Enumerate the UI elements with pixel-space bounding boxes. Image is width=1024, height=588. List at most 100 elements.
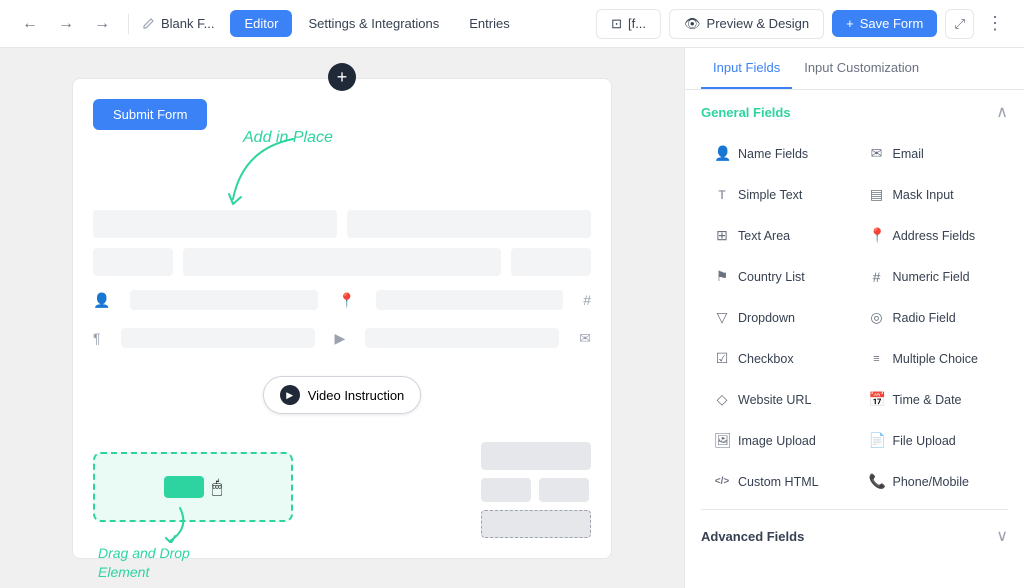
skeleton-row-2: [93, 248, 591, 276]
form-preview: + Submit Form Add in Place: [72, 78, 612, 559]
form-title[interactable]: Blank F...: [141, 16, 214, 31]
drag-drop-area[interactable]: 🖱: [93, 452, 293, 522]
mask-input-icon: ▤: [869, 186, 885, 203]
forward-button[interactable]: →: [52, 11, 80, 37]
canvas-bottom-row: 🖱 Drag and DropElement: [93, 442, 591, 538]
thumb-2a: [481, 478, 531, 502]
preview-button[interactable]: 👁 Preview & Design: [669, 9, 824, 39]
image-upload-label: Image Upload: [738, 434, 816, 448]
multiple-choice-icon: ≡: [869, 353, 885, 365]
pilcrow-icon: ¶: [93, 330, 101, 346]
advanced-fields-section: Advanced Fields ∨: [701, 509, 1008, 554]
field-item-email[interactable]: ✉ Email: [856, 134, 1009, 173]
main-layout: + Submit Form Add in Place: [0, 48, 1024, 588]
add-field-button[interactable]: +: [328, 63, 356, 91]
field-item-multiple-choice[interactable]: ≡ Multiple Choice: [856, 339, 1009, 378]
video-instruction-button[interactable]: ▶ Video Instruction: [263, 376, 422, 414]
multiple-choice-label: Multiple Choice: [893, 352, 978, 366]
field-item-time-date[interactable]: 📅 Time & Date: [856, 380, 1009, 419]
panel-content: General Fields ∧ 👤 Name Fields ✉ Email T…: [685, 90, 1024, 588]
field-item-phone-mobile[interactable]: 📞 Phone/Mobile: [856, 462, 1009, 501]
checkbox-label: Checkbox: [738, 352, 794, 366]
image-icon: 🖼: [714, 432, 730, 449]
radio-label: Radio Field: [893, 311, 956, 325]
panel-tabs: Input Fields Input Customization: [685, 48, 1024, 90]
field-item-mask-input[interactable]: ▤ Mask Input: [856, 175, 1009, 214]
envelope-icon: ✉: [579, 330, 591, 347]
advanced-fields-toggle[interactable]: ∨: [996, 526, 1008, 546]
field-item-checkbox[interactable]: ☑ Checkbox: [701, 339, 854, 378]
edit-icon: [141, 17, 155, 31]
general-fields-title: General Fields: [701, 105, 791, 120]
website-label: Website URL: [738, 393, 811, 407]
preview-label: Preview & Design: [707, 16, 810, 31]
email-label: Email: [893, 147, 924, 161]
eye-icon: 👁: [684, 16, 701, 32]
field-item-dropdown[interactable]: ▽ Dropdown: [701, 298, 854, 337]
video-instruction-label: Video Instruction: [308, 388, 405, 403]
field-item-address-fields[interactable]: 📍 Address Fields: [856, 216, 1009, 255]
thumb-1: [481, 442, 591, 470]
drag-annotation: Drag and DropElement: [98, 540, 190, 583]
field-item-simple-text[interactable]: T Simple Text: [701, 175, 854, 214]
submit-form-button[interactable]: Submit Form: [93, 99, 207, 130]
field-item-custom-html[interactable]: </> Custom HTML: [701, 462, 854, 501]
text-area-icon: ⊞: [714, 227, 730, 244]
field-item-text-area[interactable]: ⊞ Text Area: [701, 216, 854, 255]
custom-html-label: Custom HTML: [738, 475, 819, 489]
save-form-button[interactable]: + Save Form: [832, 10, 937, 37]
advanced-fields-header[interactable]: Advanced Fields ∨: [701, 518, 1008, 554]
text-area-label: Text Area: [738, 229, 790, 243]
field-item-country-list[interactable]: ⚑ Country List: [701, 257, 854, 296]
form-ref-button[interactable]: ⊡ [f...: [596, 9, 661, 39]
html-icon: </>: [714, 476, 730, 487]
email-icon: ✉: [869, 145, 885, 162]
thumb-2b: [539, 478, 589, 502]
top-nav: ← → → Blank F... Editor Settings & Integ…: [0, 0, 1024, 48]
skeleton-field-1a: [93, 210, 337, 238]
canvas-area: + Submit Form Add in Place: [0, 48, 684, 588]
checkbox-icon: ☑: [714, 350, 730, 367]
tab-editor[interactable]: Editor: [230, 10, 292, 37]
radio-icon: ◎: [869, 309, 885, 326]
save-icon: +: [846, 16, 854, 31]
thumb-3: [481, 510, 591, 538]
save-label: Save Form: [860, 16, 924, 31]
more-options-button[interactable]: ⋮: [982, 9, 1008, 38]
field-item-file-upload[interactable]: 📄 File Upload: [856, 421, 1009, 460]
phone-label: Phone/Mobile: [893, 475, 969, 489]
right-thumbnails: [481, 442, 591, 538]
skeleton-field-2a: [93, 248, 173, 276]
skeleton-icon-field-1: [130, 290, 318, 310]
video-btn-container: ▶ Video Instruction: [93, 360, 591, 430]
play-icon: ▶: [280, 385, 300, 405]
field-item-name-fields[interactable]: 👤 Name Fields: [701, 134, 854, 173]
skeleton-icon-row-2: ¶ ▶ ✉: [93, 324, 591, 352]
form-ref-icon: ⊡: [611, 16, 622, 32]
field-item-radio-field[interactable]: ◎ Radio Field: [856, 298, 1009, 337]
country-list-label: Country List: [738, 270, 805, 284]
tab-settings[interactable]: Settings & Integrations: [294, 10, 453, 37]
file-icon: 📄: [869, 432, 885, 449]
redo-button[interactable]: →: [88, 11, 116, 37]
name-fields-label: Name Fields: [738, 147, 808, 161]
form-ref-text: [f...: [628, 16, 646, 31]
form-title-text: Blank F...: [161, 16, 214, 31]
field-item-image-upload[interactable]: 🖼 Image Upload: [701, 421, 854, 460]
file-upload-label: File Upload: [893, 434, 956, 448]
skeleton-icon-field-2: [376, 290, 564, 310]
back-button[interactable]: ←: [16, 11, 44, 37]
video-icon: ▶: [335, 330, 346, 347]
tab-input-customization[interactable]: Input Customization: [792, 48, 931, 89]
dropdown-label: Dropdown: [738, 311, 795, 325]
tab-entries[interactable]: Entries: [455, 10, 523, 37]
address-icon: 📍: [869, 227, 885, 244]
skeleton-field-2c: [511, 248, 591, 276]
expand-button[interactable]: ⤢: [945, 9, 974, 39]
general-fields-toggle[interactable]: ∧: [996, 102, 1008, 122]
add-annotation-text: Add in Place: [243, 129, 333, 147]
tab-input-fields[interactable]: Input Fields: [701, 48, 792, 89]
skeleton-field-1b: [347, 210, 591, 238]
field-item-website-url[interactable]: ◇ Website URL: [701, 380, 854, 419]
field-item-numeric-field[interactable]: # Numeric Field: [856, 257, 1009, 296]
